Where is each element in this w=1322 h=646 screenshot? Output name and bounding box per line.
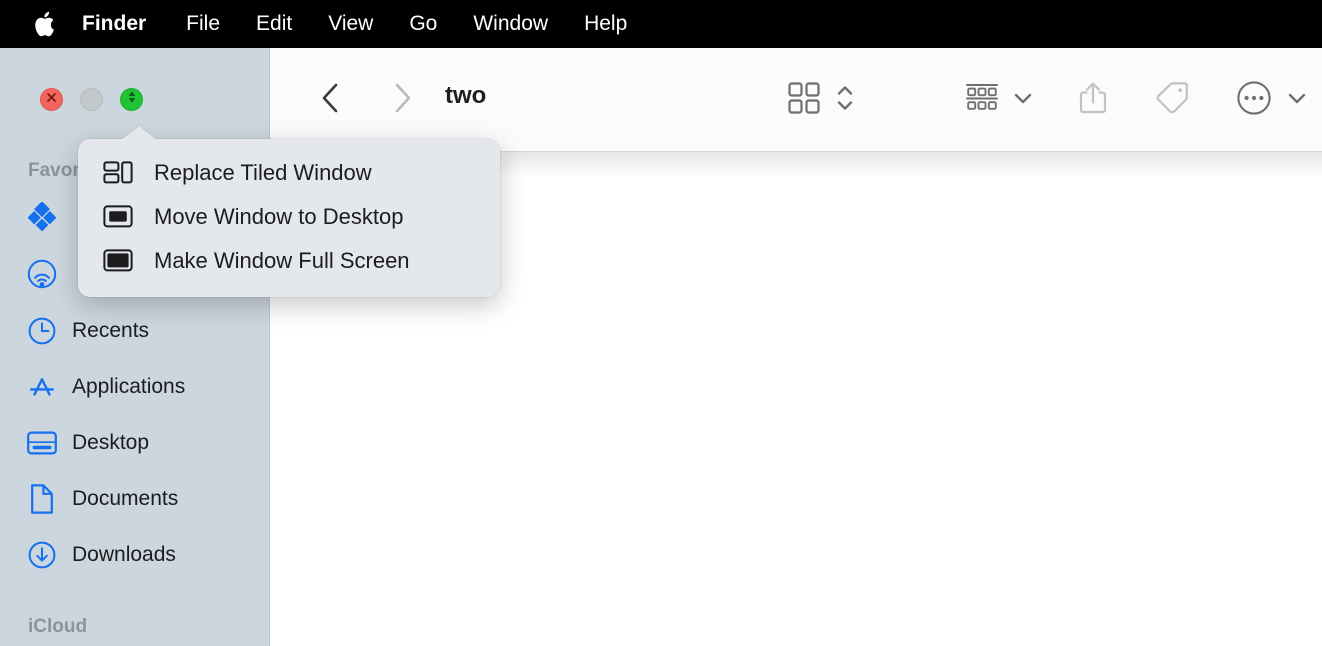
menu-item-label: Move Window to Desktop: [154, 204, 404, 229]
group-by-button[interactable]: [960, 80, 1004, 120]
expand-arrows-icon: [125, 90, 139, 109]
desktop-icon: [22, 428, 62, 458]
forward-chevron-icon: [394, 83, 412, 118]
chevron-down-icon: [1286, 87, 1308, 114]
window-tiling-menu: Replace Tiled Window Move Window to Desk…: [78, 126, 500, 297]
fullscreen-icon: [98, 248, 138, 274]
sidebar-item-documents[interactable]: Documents: [14, 477, 257, 521]
apple-logo-icon[interactable]: [22, 0, 66, 48]
popup-pointer: [121, 126, 157, 140]
forward-button[interactable]: [383, 80, 423, 120]
sidebar-item-label: Applications: [72, 375, 186, 398]
minimize-button[interactable]: [80, 88, 103, 111]
view-stepper[interactable]: [830, 80, 860, 120]
menubar-item-file[interactable]: File: [168, 0, 238, 48]
window-desktop-icon: [98, 204, 138, 230]
menu-item-move-window-to-desktop[interactable]: Move Window to Desktop: [88, 195, 490, 239]
menubar-item-view[interactable]: View: [310, 0, 391, 48]
sidebar-item-desktop[interactable]: Desktop: [14, 421, 257, 465]
sidebar-item-recents[interactable]: Recents: [14, 309, 257, 353]
share-button[interactable]: [1071, 78, 1115, 122]
sidebar-section-icloud: iCloud: [28, 616, 88, 637]
back-button[interactable]: [310, 80, 350, 120]
tag-icon: [1155, 81, 1189, 120]
clock-recents-icon: [22, 316, 62, 346]
menu-item-label: Replace Tiled Window: [154, 160, 372, 185]
dropbox-icon: [22, 202, 62, 233]
group-by-chevron[interactable]: [1008, 80, 1038, 120]
finder-window: Favorites Recents Applications Desktop D…: [0, 48, 1322, 646]
sidebar-item-applications[interactable]: Applications: [14, 365, 257, 409]
icon-view-grid-icon: [787, 81, 821, 120]
window-controls: [40, 88, 160, 112]
maximize-button[interactable]: [120, 88, 143, 111]
back-chevron-icon: [321, 83, 339, 118]
menubar-item-edit[interactable]: Edit: [238, 0, 310, 48]
tiled-window-icon: [98, 160, 138, 186]
view-mode-button[interactable]: [782, 80, 826, 120]
sidebar-item-label: Desktop: [72, 431, 150, 454]
menubar-item-go[interactable]: Go: [391, 0, 455, 48]
finder-toolbar: two: [270, 48, 1322, 152]
sidebar-item-label: Documents: [72, 487, 179, 510]
more-button[interactable]: [1232, 78, 1276, 122]
menubar-item-window[interactable]: Window: [455, 0, 566, 48]
group-by-rows-icon: [965, 82, 999, 119]
downloads-icon: [22, 540, 62, 570]
menubar-item-finder[interactable]: Finder: [66, 0, 168, 48]
documents-icon: [22, 484, 62, 514]
airdrop-icon: [22, 259, 62, 289]
menu-item-make-window-full-screen[interactable]: Make Window Full Screen: [88, 239, 490, 283]
chevron-down-icon: [1012, 87, 1034, 114]
close-x-icon: [45, 91, 58, 109]
sidebar-item-label: Recents: [72, 319, 150, 342]
menu-item-replace-tiled-window[interactable]: Replace Tiled Window: [88, 151, 490, 195]
up-down-chevron-icon: [835, 81, 855, 120]
more-chevron[interactable]: [1282, 80, 1312, 120]
macos-menu-bar: Finder File Edit View Go Window Help: [0, 0, 1322, 48]
sidebar-item-label: Downloads: [72, 543, 176, 566]
page-title: two: [445, 82, 487, 109]
applications-icon: [22, 372, 62, 402]
menubar-item-help[interactable]: Help: [566, 0, 645, 48]
more-ellipsis-circle-icon: [1236, 80, 1272, 121]
share-upload-icon: [1078, 81, 1108, 120]
menu-item-label: Make Window Full Screen: [154, 248, 410, 273]
tag-button[interactable]: [1150, 78, 1194, 122]
close-button[interactable]: [40, 88, 63, 111]
sidebar-item-downloads[interactable]: Downloads: [14, 533, 257, 577]
